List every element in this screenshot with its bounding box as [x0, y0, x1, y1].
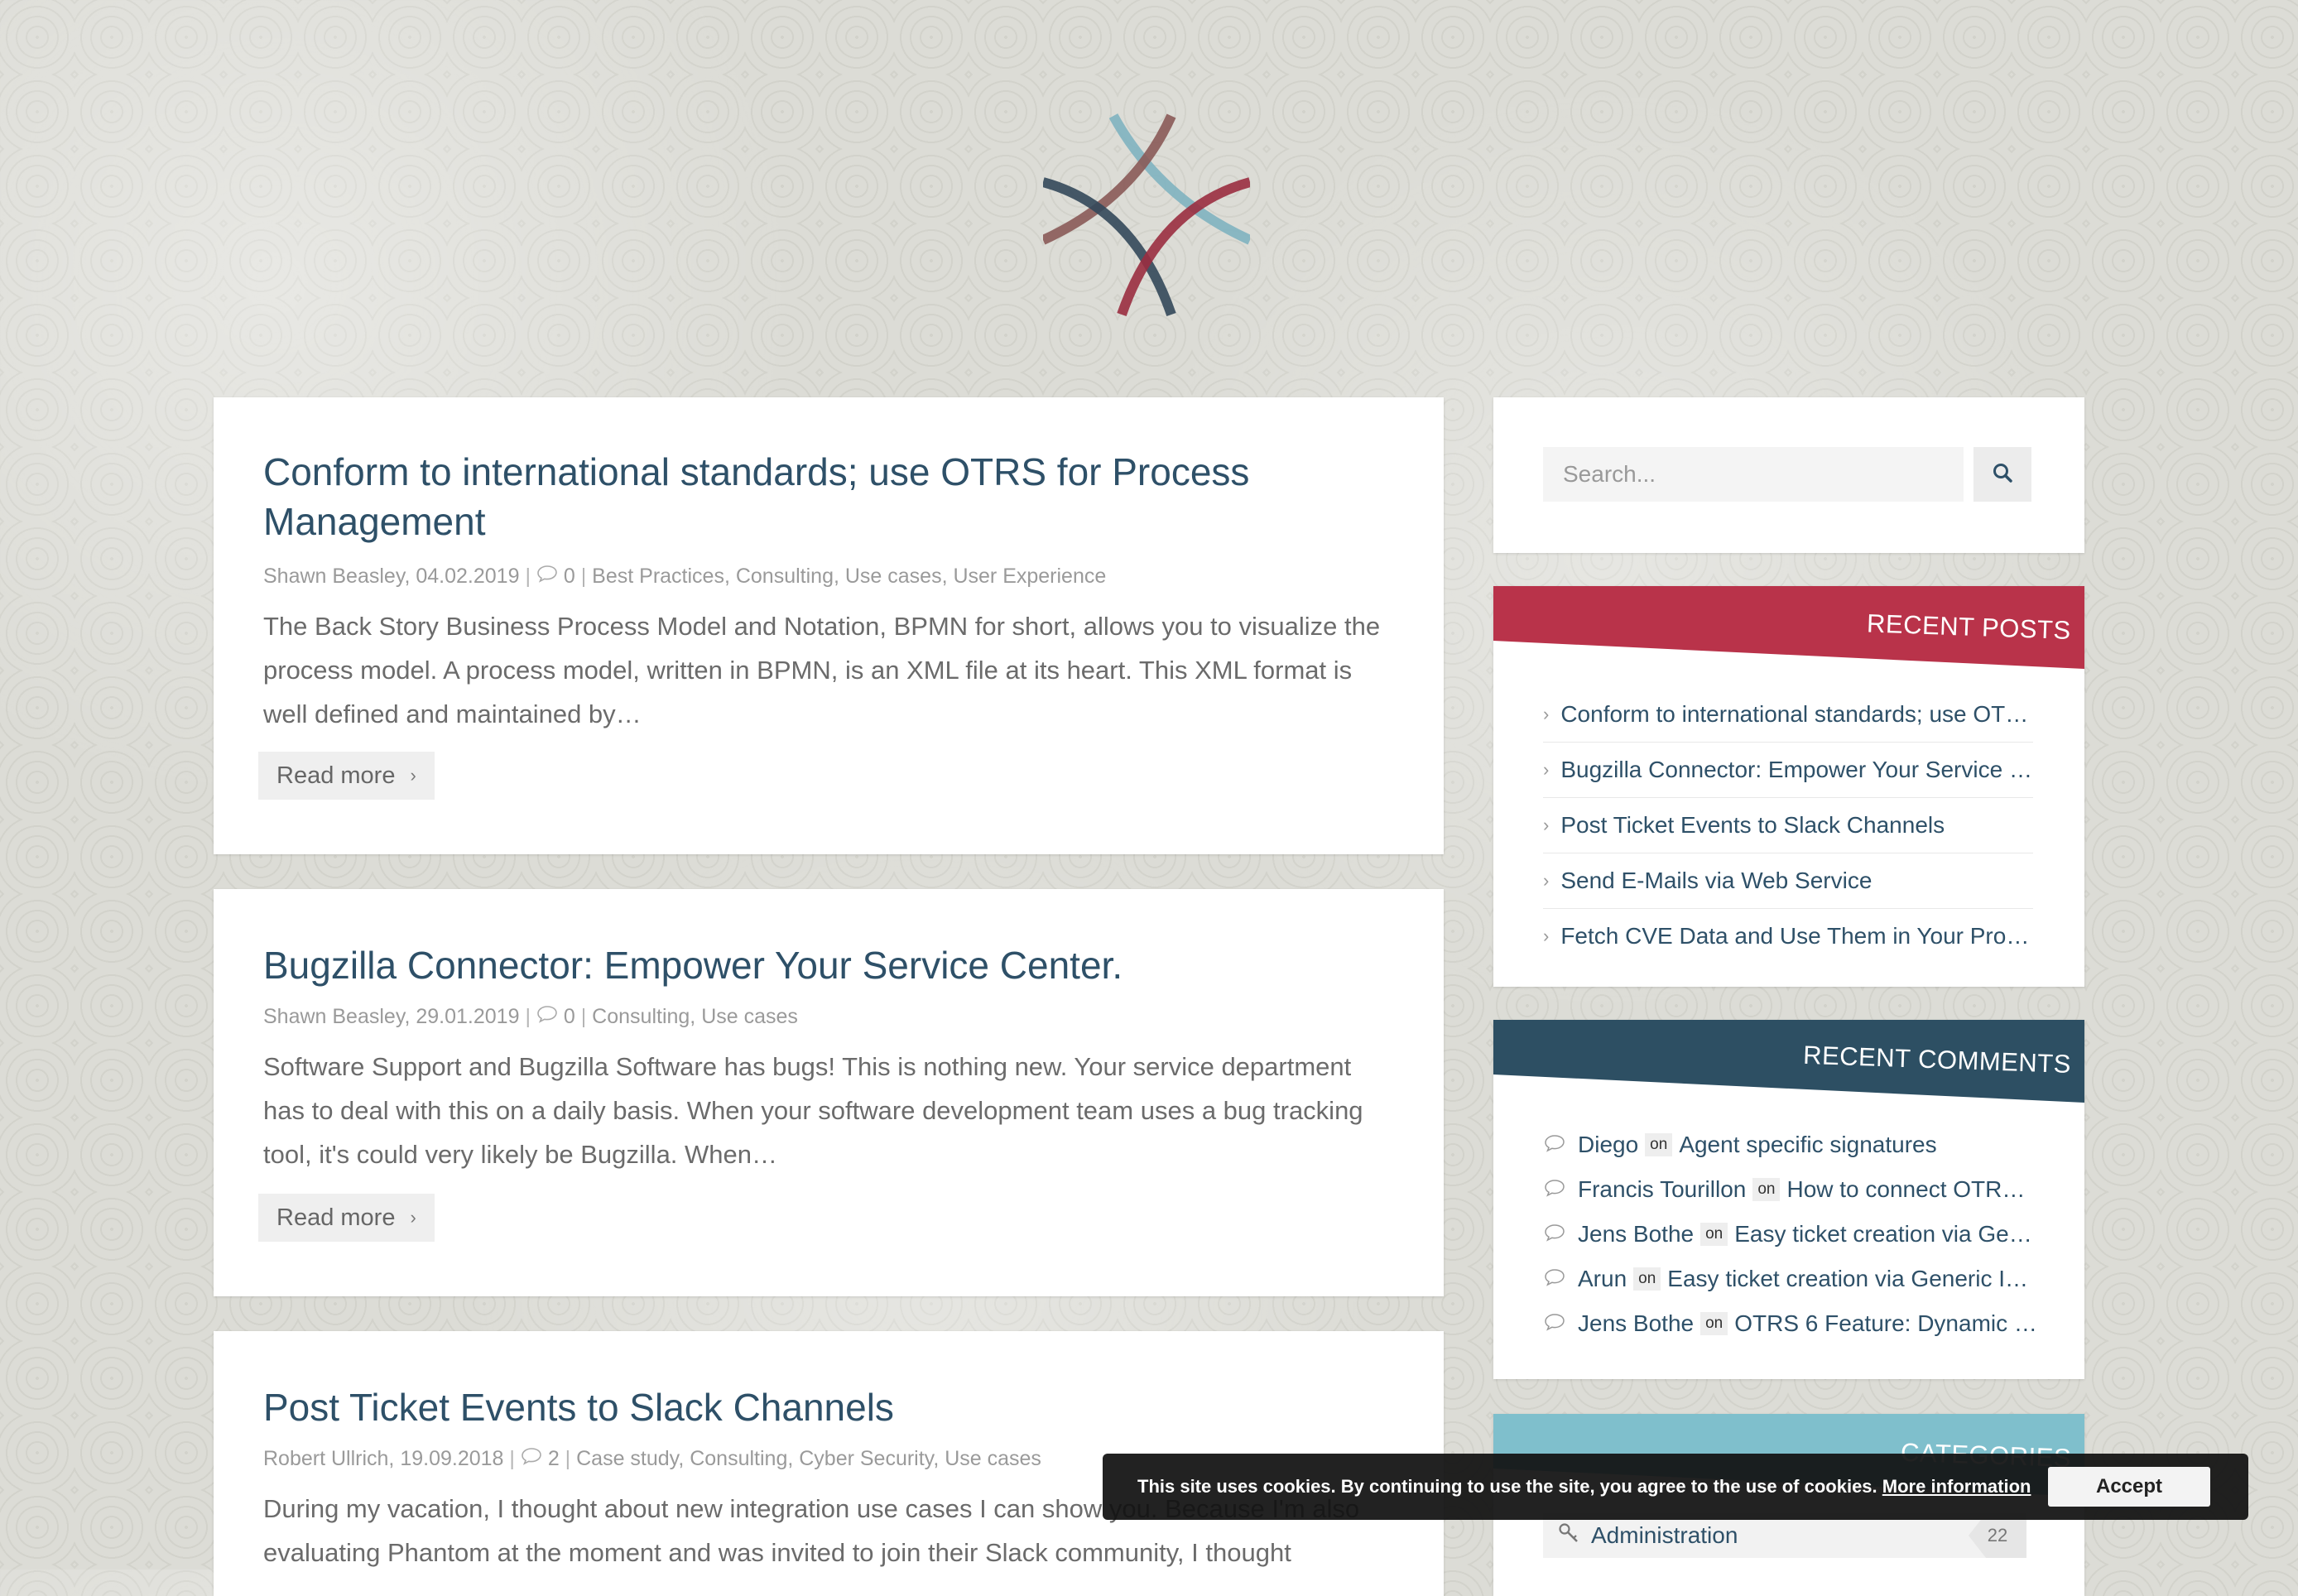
- on-label: on: [1633, 1267, 1661, 1291]
- post-meta: Robert Ullrich, 19.09.2018 | 2 | Case st…: [263, 1447, 1041, 1470]
- post-title[interactable]: Conform to international standards; use …: [263, 447, 1389, 546]
- search-input[interactable]: [1543, 447, 1964, 502]
- recent-posts-list: › Conform to international standards; use…: [1543, 687, 2033, 964]
- post-meta: Shawn Beasley, 04.02.2019 | 0 | Best Pra…: [263, 565, 1107, 588]
- comment-author[interactable]: Jens Bothe: [1578, 1221, 1694, 1247]
- comment-author[interactable]: Arun: [1578, 1266, 1627, 1292]
- recent-comment-item: Jens Bothe on Easy ticket creation via G…: [1543, 1212, 2040, 1257]
- chevron-right-icon: ›: [1543, 704, 1550, 724]
- comment-icon: [1543, 1221, 1566, 1247]
- comment-icon: [1543, 1132, 1566, 1158]
- chevron-right-icon: ›: [410, 765, 416, 786]
- comment-icon: [521, 1447, 548, 1470]
- recent-post-item[interactable]: › Send E-Mails via Web Service: [1543, 853, 2033, 909]
- comment-author[interactable]: Diego: [1578, 1132, 1638, 1158]
- recent-comments-list: Diego on Agent specific signatures Franc…: [1543, 1122, 2040, 1346]
- comment-post-link[interactable]: Easy ticket creation via Generic Interfa…: [1667, 1266, 2040, 1292]
- post-comment-count[interactable]: 2: [548, 1447, 560, 1470]
- recent-post-item[interactable]: › Post Ticket Events to Slack Channels: [1543, 798, 2033, 853]
- chevron-right-icon: ›: [410, 1207, 416, 1228]
- category-label: Administration: [1591, 1522, 1738, 1548]
- post-card: Bugzilla Connector: Empower Your Service…: [214, 889, 1444, 1296]
- recent-posts-widget: RECENT POSTS › Conform to international s…: [1493, 586, 2084, 987]
- post-excerpt: Software Support and Bugzilla Software h…: [263, 1052, 1363, 1169]
- comment-post-link[interactable]: How to connect OTRS with external system…: [1786, 1176, 2040, 1203]
- comment-author[interactable]: Francis Tourillon: [1578, 1176, 1746, 1203]
- search-icon: [1992, 462, 2013, 488]
- accept-cookies-button[interactable]: Accept: [2048, 1467, 2210, 1507]
- search-button[interactable]: [1973, 447, 2031, 502]
- comment-author[interactable]: Jens Bothe: [1578, 1310, 1694, 1337]
- comment-icon: [1543, 1310, 1566, 1337]
- comment-icon: [1543, 1176, 1566, 1203]
- post-author-date[interactable]: Shawn Beasley, 04.02.2019: [263, 565, 520, 588]
- on-label: on: [1700, 1223, 1728, 1246]
- search-widget: [1493, 397, 2084, 553]
- read-more-label: Read more: [276, 762, 396, 789]
- comment-icon: [1543, 1266, 1566, 1292]
- key-icon: [1558, 1522, 1579, 1550]
- category-item-administration[interactable]: Administration 22: [1543, 1513, 2026, 1558]
- post-comment-count[interactable]: 0: [564, 565, 575, 588]
- recent-comments-widget: RECENT COMMENTS Diego on Agent specific …: [1493, 1020, 2084, 1379]
- read-more-button[interactable]: Read more ›: [258, 752, 435, 800]
- post-comment-count[interactable]: 0: [564, 1005, 575, 1028]
- recent-post-item[interactable]: › Bugzilla Connector: Empower Your Servic…: [1543, 743, 2033, 798]
- category-count: 22: [1969, 1513, 2026, 1558]
- cookie-banner: This site uses cookies. By continuing to…: [1103, 1454, 2248, 1520]
- post-author-date[interactable]: Robert Ullrich, 19.09.2018: [263, 1447, 503, 1470]
- more-information-link[interactable]: More information: [1882, 1476, 2031, 1497]
- recent-comment-item: Francis Tourillon on How to connect OTRS…: [1543, 1167, 2040, 1212]
- post-meta: Shawn Beasley, 29.01.2019 | 0 | Consulti…: [263, 1005, 798, 1028]
- post-categories[interactable]: Best Practices, Consulting, Use cases, U…: [592, 565, 1106, 588]
- comment-post-link[interactable]: Easy ticket creation via Generic Interfa…: [1734, 1221, 2040, 1247]
- recent-post-item[interactable]: › Fetch CVE Data and Use Them in Your Pro…: [1543, 909, 2033, 964]
- post-card: Conform to international standards; use …: [214, 397, 1444, 854]
- recent-comment-item: Arun on Easy ticket creation via Generic…: [1543, 1257, 2040, 1301]
- comment-post-link[interactable]: OTRS 6 Feature: Dynamic Fields: [1734, 1310, 2040, 1337]
- post-excerpt: The Back Story Business Process Model an…: [263, 612, 1381, 728]
- cookie-message-line: This site uses cookies. By continuing to…: [1137, 1476, 2031, 1497]
- post-categories[interactable]: Case study, Consulting, Cyber Security, …: [576, 1447, 1041, 1470]
- post-title[interactable]: Bugzilla Connector: Empower Your Service…: [263, 940, 1389, 990]
- chevron-right-icon: ›: [1543, 815, 1550, 835]
- on-label: on: [1645, 1133, 1673, 1156]
- recent-post-item[interactable]: › Conform to international standards; use…: [1543, 687, 2033, 743]
- post-author-date[interactable]: Shawn Beasley, 29.01.2019: [263, 1005, 520, 1028]
- recent-posts-header: RECENT POSTS: [1493, 586, 2084, 669]
- recent-comment-item: Diego on Agent specific signatures: [1543, 1122, 2040, 1167]
- chevron-right-icon: ›: [1543, 925, 1550, 946]
- recent-comment-item: Jens Bothe on OTRS 6 Feature: Dynamic Fi…: [1543, 1301, 2040, 1346]
- cookie-message: This site uses cookies. By continuing to…: [1137, 1476, 1877, 1497]
- site-logo[interactable]: [1043, 108, 1250, 323]
- chevron-right-icon: ›: [1543, 870, 1550, 891]
- read-more-button[interactable]: Read more ›: [258, 1194, 435, 1242]
- on-label: on: [1700, 1312, 1728, 1335]
- recent-comments-header: RECENT COMMENTS: [1493, 1020, 2084, 1103]
- on-label: on: [1752, 1178, 1781, 1201]
- comment-icon: [536, 565, 564, 588]
- post-title[interactable]: Post Ticket Events to Slack Channels: [263, 1382, 1389, 1432]
- read-more-label: Read more: [276, 1204, 396, 1231]
- comment-post-link[interactable]: Agent specific signatures: [1679, 1132, 1936, 1158]
- post-categories[interactable]: Consulting, Use cases: [592, 1005, 798, 1028]
- chevron-right-icon: ›: [1543, 759, 1550, 780]
- comment-icon: [536, 1005, 564, 1028]
